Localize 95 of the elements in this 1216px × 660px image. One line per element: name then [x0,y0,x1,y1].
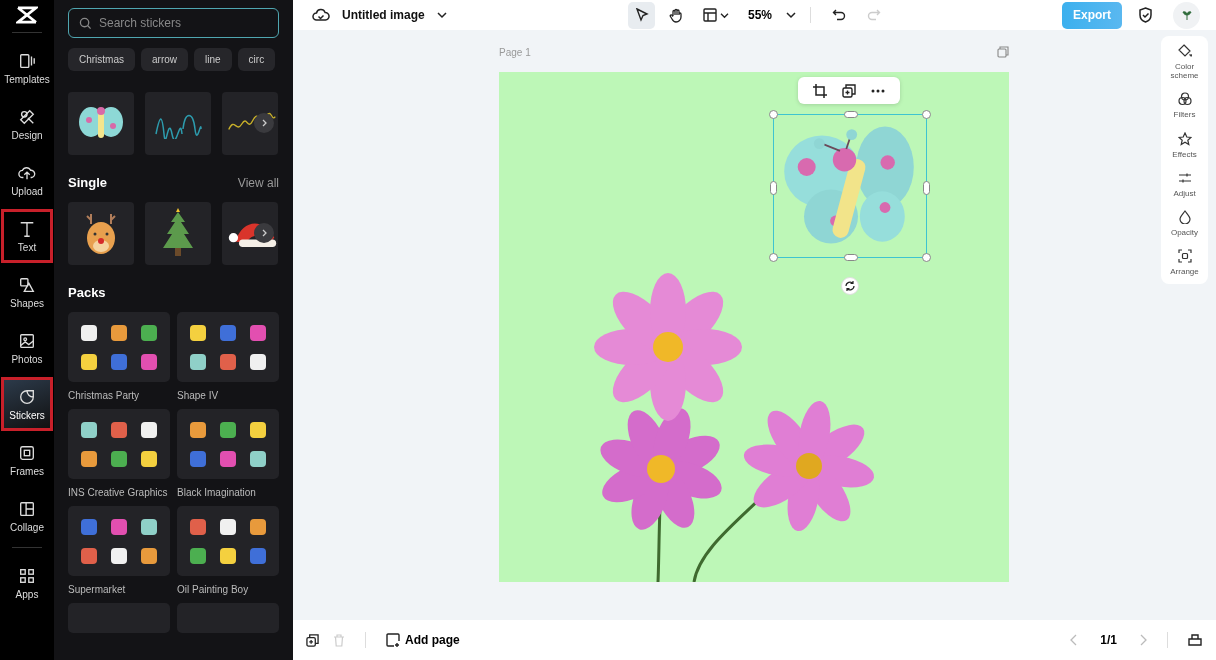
apps-icon [18,566,36,585]
chevron-down-icon[interactable] [436,11,447,19]
sticker-pack-card[interactable] [68,409,170,479]
collage-icon [18,499,36,518]
zoom-dropdown[interactable]: 55% [742,8,779,22]
tool-button[interactable]: Filters [1161,92,1208,120]
resize-handle[interactable] [770,181,777,195]
document-title[interactable]: Untitled image [342,8,425,22]
pack-name: Christmas Party [68,390,141,401]
nav-item[interactable]: Frames [1,433,53,487]
nav-item[interactable]: Apps [1,556,53,610]
stickers-icon [18,387,36,406]
expand-icon[interactable] [1188,634,1202,646]
plant-icon [1180,9,1193,21]
resize-handle[interactable] [769,110,778,119]
sticker-pack-card[interactable] [177,409,279,479]
pack-name: Black Imagination [177,487,257,498]
star-icon [1177,131,1192,146]
sticker-pack-card[interactable] [68,506,170,576]
section-title: Packs [68,285,106,300]
duplicate-page-icon[interactable] [306,633,319,647]
resize-handle[interactable] [844,111,858,118]
chevron-down-icon[interactable] [786,11,797,19]
sticker-thumbnail[interactable] [222,92,278,155]
photos-icon [18,331,36,350]
tool-button[interactable]: Adjust [1161,170,1208,198]
search-icon [79,17,92,30]
hand-icon [669,7,684,23]
add-page-icon [386,633,400,647]
avatar[interactable] [1173,1,1200,29]
pack-name: Shape IV [177,390,220,401]
design-icon [18,107,36,126]
tool-button[interactable]: Arrange [1161,249,1208,277]
view-all-link[interactable]: View all [237,175,279,190]
text-icon [18,219,36,238]
sticker-thumbnail[interactable] [222,202,278,265]
templates-icon [18,51,36,70]
shapes-icon [18,275,36,294]
resize-handle[interactable] [922,110,931,119]
nav-item[interactable]: Stickers [1,377,53,431]
logo-icon [16,6,38,24]
nav-item[interactable]: Upload [1,153,53,207]
nav-item[interactable]: Text [1,209,53,263]
chevron-right-icon [260,119,268,127]
duplicate-icon[interactable] [842,83,856,98]
pack-name: Supermarket [68,584,127,595]
tool-button[interactable]: Effects [1161,131,1208,159]
tool-button[interactable]: Opacity [1161,209,1208,238]
sticker-thumbnail[interactable] [68,202,134,265]
sticker-thumbnail[interactable] [68,92,134,155]
resize-handle[interactable] [923,181,930,195]
sticker-pack-card[interactable] [68,312,170,382]
select-tool[interactable] [628,1,655,29]
paint-bucket-icon [1177,44,1192,58]
nav-item[interactable]: Collage [1,489,53,543]
shield-icon[interactable] [1138,7,1153,23]
more-icon[interactable] [870,88,885,93]
pack-name: INS Creative Graphics [68,487,169,498]
tag-chip[interactable]: arrow [141,48,189,71]
search-field[interactable]: Search stickers [68,8,279,38]
sticker-thumbnail[interactable] [145,92,211,155]
chevron-down-icon [720,11,729,19]
tag-chip[interactable]: line [194,48,232,71]
resize-handle[interactable] [922,253,931,262]
page-label: Page 1 [499,46,531,58]
sticker-pack-card[interactable] [177,506,279,576]
cloud-icon [312,7,330,23]
section-title: Single [68,175,107,190]
nav-item[interactable]: Design [1,97,53,151]
undo-icon [831,8,846,22]
frames-icon [18,443,36,462]
cursor-icon [634,8,649,22]
rotate-icon[interactable] [841,277,859,295]
arrange-icon [1177,249,1192,264]
next-button[interactable] [254,223,274,243]
next-button[interactable] [254,113,274,133]
sticker-thumbnail[interactable] [145,202,211,265]
redo-icon [866,8,881,22]
drop-icon [1177,209,1192,224]
page-counter: 1/1 [1100,633,1117,647]
tool-button[interactable]: Color scheme [1161,44,1208,81]
layout-icon [703,8,717,22]
tag-chip[interactable]: Christmas [68,48,135,71]
nav-item[interactable]: Templates [1,41,53,95]
tag-chip[interactable]: circ [237,48,276,71]
resize-handle[interactable] [769,253,778,262]
nav-item[interactable]: Photos [1,321,53,375]
chevron-right-icon [260,229,268,237]
crop-icon[interactable] [813,83,828,98]
sticker-pack-card[interactable] [177,312,279,382]
nav-item[interactable]: Shapes [1,265,53,319]
resize-handle[interactable] [844,254,858,261]
pack-name: Oil Painting Boy [177,584,250,595]
filters-icon [1177,92,1192,107]
add-page-button[interactable]: Add page [386,633,460,647]
